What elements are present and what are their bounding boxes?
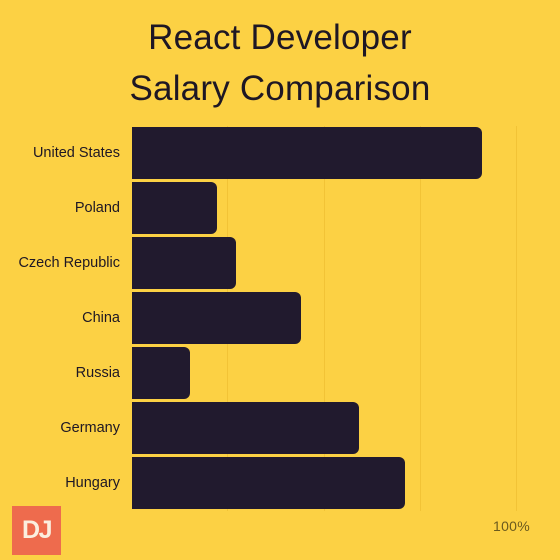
bar[interactable] <box>132 457 406 509</box>
bar-row[interactable] <box>132 401 517 456</box>
bar-row[interactable] <box>132 236 517 291</box>
category-label: United States <box>32 145 120 161</box>
bar-row[interactable] <box>132 181 517 236</box>
logo-text: DJ <box>22 516 52 544</box>
dj-logo: DJ <box>12 506 61 555</box>
category-label: Hungary <box>65 475 120 491</box>
chart-canvas: React Developer Salary Comparison United… <box>0 0 560 560</box>
bar[interactable] <box>132 182 217 234</box>
axis-max-label: 100% <box>493 518 531 534</box>
bar-row[interactable] <box>132 126 517 181</box>
bar[interactable] <box>132 347 190 399</box>
category-label: Czech Republic <box>18 255 120 271</box>
bar-chart: United States Poland Czech Republic China Ru… <box>0 118 560 518</box>
bar-row[interactable] <box>132 346 517 401</box>
page-title: React Developer Salary Comparison <box>0 12 560 114</box>
bar[interactable] <box>132 292 302 344</box>
plot-area <box>132 126 517 511</box>
bar-row[interactable] <box>132 456 517 511</box>
bar[interactable] <box>132 237 236 289</box>
category-label: Germany <box>60 420 120 436</box>
category-label: Russia <box>75 365 120 381</box>
title-line-1: React Developer <box>148 18 412 57</box>
bar[interactable] <box>132 127 483 179</box>
category-label: China <box>82 310 120 326</box>
bar-row[interactable] <box>132 291 517 346</box>
title-line-2: Salary Comparison <box>129 69 431 108</box>
bar[interactable] <box>132 402 360 454</box>
category-label: Poland <box>74 200 120 216</box>
